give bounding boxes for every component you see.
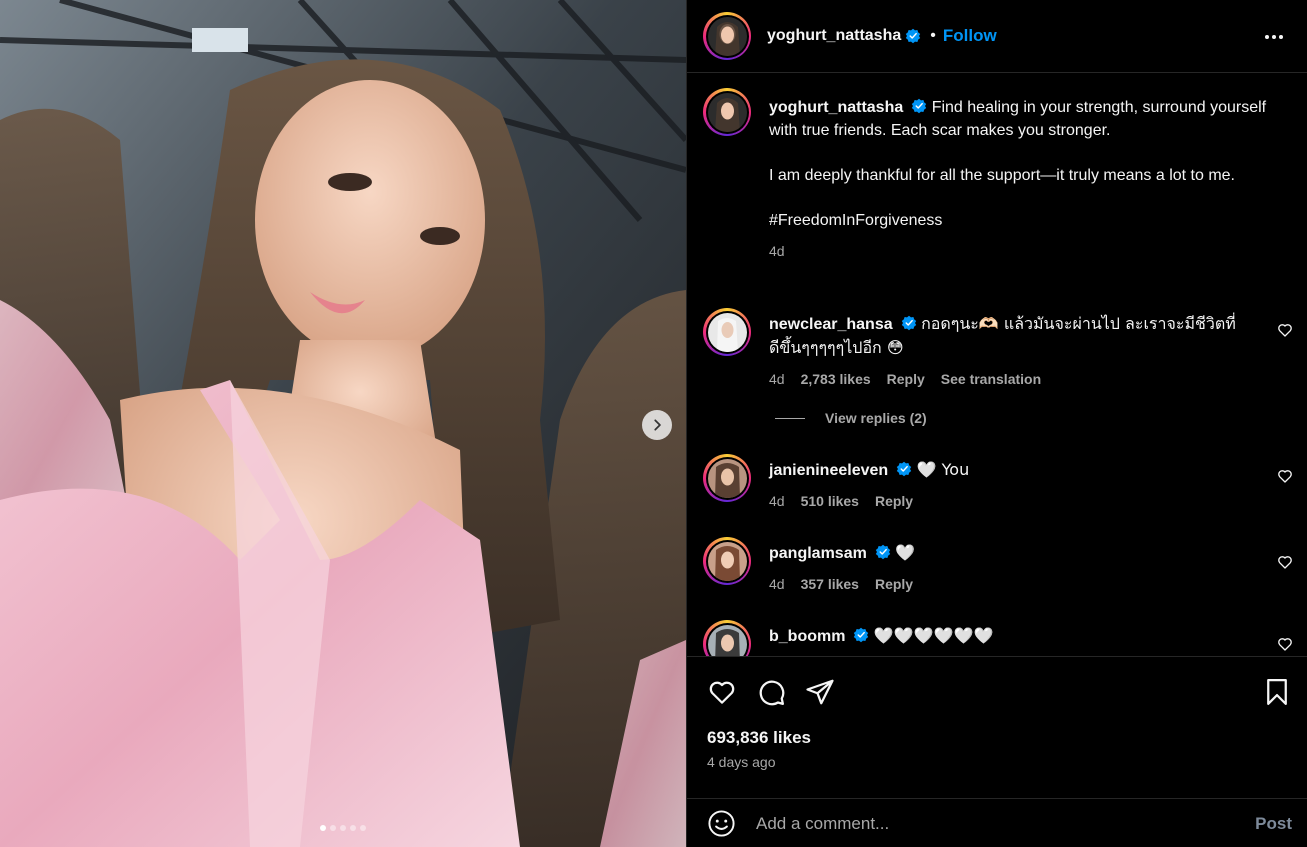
comment-username[interactable]: b_boomm — [769, 628, 845, 645]
post-header: yoghurt_nattasha • Follow — [687, 0, 1307, 73]
like-heart-icon[interactable] — [707, 677, 737, 707]
caption-username[interactable]: yoghurt_nattasha — [769, 99, 903, 116]
chevron-right-icon — [654, 419, 661, 431]
view-replies-button[interactable]: View replies (2) — [775, 410, 927, 426]
replies-divider — [775, 417, 805, 419]
follow-button[interactable]: Follow — [943, 26, 997, 46]
caption-hashtag[interactable]: #FreedomInForgiveness — [769, 209, 1269, 232]
comment-username[interactable]: panglamsam — [769, 545, 867, 562]
carousel-indicator — [0, 825, 686, 831]
verified-badge-icon — [896, 461, 912, 477]
post-side-panel: yoghurt_nattasha • Follow yoghurt_nattas… — [686, 0, 1307, 847]
caption-time: 4d — [769, 243, 785, 259]
emoji-smile-icon[interactable] — [707, 809, 736, 838]
comment-item: janienineeleven 🤍 You 4d 510 likes Reply — [703, 454, 1293, 524]
separator-dot: • — [930, 27, 936, 44]
author-avatar[interactable] — [703, 12, 751, 60]
see-translation-button[interactable]: See translation — [941, 368, 1041, 391]
verified-badge-icon — [854, 627, 869, 643]
next-image-button[interactable] — [642, 410, 672, 440]
comment-item: b_boomm 🤍🤍🤍🤍🤍🤍 — [703, 620, 1293, 656]
save-bookmark-icon[interactable] — [1262, 677, 1292, 707]
comment-username[interactable]: newclear_hansa — [769, 316, 893, 333]
verified-badge-icon — [906, 28, 921, 44]
like-comment-heart-icon[interactable] — [1277, 468, 1293, 484]
reply-button[interactable]: Reply — [875, 573, 913, 596]
comment-likes[interactable]: 357 likes — [801, 573, 859, 596]
post-time: 4 days ago — [707, 754, 776, 770]
carousel-dot — [320, 825, 326, 831]
comments-list[interactable]: yoghurt_nattasha Find healing in your st… — [687, 74, 1307, 656]
caption-avatar[interactable] — [703, 88, 751, 136]
comment-bubble-icon[interactable] — [756, 677, 786, 707]
comment-time: 4d — [769, 576, 785, 592]
likes-count[interactable]: 693,836 likes — [707, 728, 811, 748]
comment-text: 🤍 You — [916, 460, 970, 479]
comment-avatar[interactable] — [703, 620, 751, 656]
caption-text-2: I am deeply thankful for all the support… — [769, 167, 1235, 184]
author-username[interactable]: yoghurt_nattasha — [767, 27, 901, 45]
share-send-icon[interactable] — [805, 677, 835, 707]
comment-time: 4d — [769, 371, 785, 387]
comment-text: 🤍🤍🤍🤍🤍🤍 — [873, 626, 994, 645]
comment-text: 🤍 — [895, 543, 916, 562]
reply-button[interactable]: Reply — [887, 368, 925, 391]
post-media[interactable] — [0, 0, 686, 847]
more-horizontal-icon[interactable] — [1262, 25, 1286, 49]
comment-username[interactable]: janienineeleven — [769, 462, 888, 479]
post-comment-button[interactable]: Post — [1255, 814, 1292, 834]
comment-avatar[interactable] — [703, 454, 751, 502]
comment-likes[interactable]: 510 likes — [801, 490, 859, 513]
carousel-dot — [350, 825, 356, 831]
comment-avatar[interactable] — [703, 537, 751, 585]
comment-avatar[interactable] — [703, 308, 751, 356]
like-comment-heart-icon[interactable] — [1277, 554, 1293, 570]
add-comment-bar: Post — [687, 798, 1307, 847]
post-photo — [0, 0, 686, 847]
verified-badge-icon — [875, 544, 891, 560]
like-comment-heart-icon[interactable] — [1277, 322, 1293, 338]
like-comment-heart-icon[interactable] — [1277, 636, 1293, 652]
post-actions: 693,836 likes 4 days ago Post — [687, 656, 1307, 847]
carousel-dot — [340, 825, 346, 831]
comment-item: panglamsam 🤍 4d 357 likes Reply — [703, 537, 1293, 607]
comment-input[interactable] — [756, 813, 1226, 834]
verified-badge-icon — [901, 315, 916, 331]
carousel-dot — [360, 825, 366, 831]
carousel-dot — [330, 825, 336, 831]
comment-time: 4d — [769, 493, 785, 509]
caption: yoghurt_nattasha Find healing in your st… — [703, 88, 1293, 288]
comment-likes[interactable]: 2,783 likes — [801, 368, 871, 391]
reply-button[interactable]: Reply — [875, 490, 913, 513]
verified-badge-icon — [912, 98, 927, 114]
view-replies-label[interactable]: View replies (2) — [825, 410, 927, 426]
